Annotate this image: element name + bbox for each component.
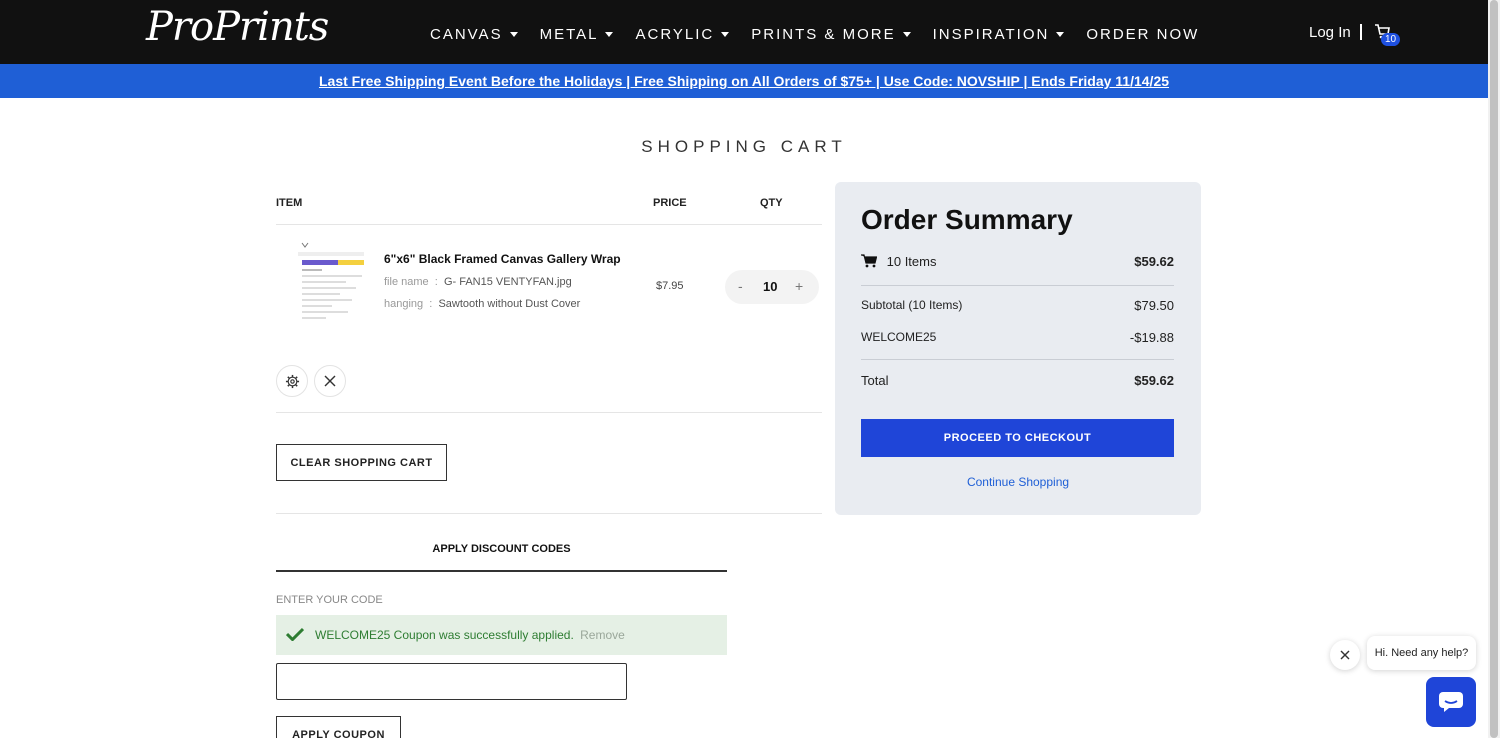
divider	[276, 412, 822, 413]
total-value: $59.62	[1134, 373, 1174, 388]
login-link[interactable]: Log In	[1309, 24, 1351, 41]
summary-items-row: 10 Items $59.62	[861, 254, 1174, 269]
checkmark-icon	[286, 627, 304, 641]
quantity-value[interactable]: 10	[763, 279, 777, 294]
menu-item-acrylic[interactable]: ACRYLIC	[635, 26, 730, 43]
option-label: file name	[384, 276, 429, 288]
quantity-stepper: - 10 +	[725, 270, 819, 304]
item-price: $7.95	[656, 280, 684, 292]
order-summary-title: Order Summary	[861, 204, 1073, 235]
menu-item-label: CANVAS	[430, 26, 503, 43]
page-title: SHOPPING CART	[641, 137, 847, 156]
divider	[276, 224, 822, 225]
option-hanging: hanging : Sawtooth without Dust Cover	[384, 298, 580, 310]
close-icon	[324, 375, 336, 387]
chat-icon	[1439, 692, 1463, 712]
discount-tab[interactable]: APPLY DISCOUNT CODES	[276, 543, 727, 555]
subtotal-row: Subtotal (10 Items) $79.50	[861, 298, 1174, 313]
promo-banner[interactable]: Last Free Shipping Event Before the Holi…	[0, 64, 1488, 98]
edit-item-button[interactable]	[276, 365, 308, 397]
menu-item-label: PRINTS & MORE	[751, 26, 896, 43]
coupon-code-input[interactable]	[276, 663, 627, 700]
menu-item-order-now[interactable]: ORDER NOW	[1086, 26, 1199, 43]
items-total: $59.62	[1134, 254, 1174, 269]
option-label: hanging	[384, 298, 424, 310]
cart-count-badge[interactable]: 10	[1381, 33, 1401, 46]
product-thumbnail[interactable]	[276, 240, 368, 330]
column-header-item: ITEM	[276, 197, 303, 209]
menu-item-label: METAL	[539, 26, 599, 43]
order-summary-panel: Order Summary 10 Items $59.62 Subtotal (…	[835, 182, 1201, 515]
scrollbar-thumb[interactable]	[1490, 0, 1498, 738]
brand-logo[interactable]: ProPrints	[146, 4, 329, 50]
coupon-success-message: WELCOME25 Coupon was successfully applie…	[276, 615, 727, 655]
coupon-label: WELCOME25	[861, 330, 937, 344]
items-count-label: 10 Items	[886, 254, 937, 269]
menu-item-label: ORDER NOW	[1086, 26, 1200, 43]
success-text: WELCOME25 Coupon was successfully applie…	[315, 628, 574, 642]
divider	[861, 359, 1174, 360]
nav-divider	[1360, 24, 1362, 40]
menu-item-canvas[interactable]: CANVAS	[430, 26, 518, 43]
chat-launcher-button[interactable]	[1426, 677, 1476, 727]
main-menu: CANVAS METAL ACRYLIC PRINTS & MORE INSPI…	[430, 26, 1221, 43]
divider	[861, 285, 1174, 286]
column-header-qty: QTY	[760, 197, 783, 209]
chat-dismiss-button[interactable]	[1330, 640, 1360, 670]
discount-tab-underline	[276, 570, 727, 572]
menu-item-label: INSPIRATION	[932, 26, 1050, 43]
remove-item-button[interactable]	[314, 365, 346, 397]
column-header-price: PRICE	[653, 197, 687, 209]
option-value: G- FAN15 VENTYFAN.jpg	[443, 276, 572, 288]
chevron-down-icon	[605, 32, 614, 37]
top-navigation: ProPrints CANVAS METAL ACRYLIC PRINTS & …	[0, 0, 1488, 64]
page-scrollbar[interactable]	[1488, 0, 1500, 738]
clear-cart-button[interactable]: CLEAR SHOPPING CART	[276, 444, 447, 481]
product-name[interactable]: 6"x6" Black Framed Canvas Gallery Wrap	[384, 252, 621, 266]
coupon-row: WELCOME25 -$19.88	[861, 330, 1174, 345]
coupon-field-label: ENTER YOUR CODE	[276, 594, 383, 606]
menu-item-metal[interactable]: METAL	[540, 26, 614, 43]
option-separator: :	[429, 298, 433, 310]
menu-item-prints-more[interactable]: PRINTS & MORE	[751, 26, 911, 43]
subtotal-label: Subtotal (10 Items)	[861, 298, 963, 312]
chevron-down-icon	[902, 32, 911, 37]
close-icon	[1340, 650, 1350, 660]
remove-coupon-link[interactable]: Remove	[580, 628, 625, 642]
decrease-qty-button[interactable]: -	[738, 278, 743, 294]
chevron-down-icon	[721, 32, 730, 37]
continue-shopping-link[interactable]: Continue Shopping	[835, 475, 1201, 489]
apply-coupon-button[interactable]: APPLY COUPON	[276, 716, 401, 738]
total-row: Total $59.62	[861, 373, 1174, 388]
menu-item-inspiration[interactable]: INSPIRATION	[933, 26, 1065, 43]
chevron-down-icon	[509, 32, 518, 37]
cart-icon	[861, 254, 878, 268]
menu-item-label: ACRYLIC	[635, 26, 715, 43]
total-label: Total	[861, 373, 889, 388]
chevron-down-icon	[1056, 32, 1065, 37]
coupon-discount-value: -$19.88	[1129, 330, 1174, 345]
option-file-name: file name : G- FAN15 VENTYFAN.jpg	[384, 276, 572, 288]
increase-qty-button[interactable]: +	[795, 278, 803, 294]
chat-greeting-bubble[interactable]: Hi. Need any help?	[1367, 636, 1476, 670]
subtotal-value: $79.50	[1134, 298, 1174, 313]
promo-link[interactable]: Last Free Shipping Event Before the Holi…	[319, 73, 1169, 89]
divider	[276, 513, 822, 514]
proceed-to-checkout-button[interactable]: PROCEED TO CHECKOUT	[861, 419, 1174, 457]
gear-icon	[285, 374, 299, 388]
option-value: Sawtooth without Dust Cover	[438, 298, 581, 310]
option-separator: :	[434, 276, 438, 288]
